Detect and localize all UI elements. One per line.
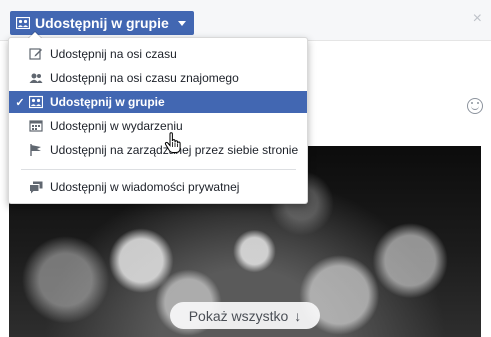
edit-icon — [29, 48, 42, 60]
menu-item-event[interactable]: Udostępnij w wydarzeniu — [9, 115, 307, 137]
friend-icon — [29, 73, 43, 83]
menu-item-label: Udostępnij w wydarzeniu — [50, 119, 183, 133]
hand-cursor-icon — [164, 132, 181, 153]
arrow-down-icon: ↓ — [294, 307, 302, 324]
share-dialog-header: Udostępnij w grupie × — [0, 0, 491, 41]
share-destination-menu: Udostępnij na osi czasu Udostępnij na os… — [8, 31, 308, 204]
group-icon — [29, 95, 43, 109]
show-all-button[interactable]: Pokaż wszystko ↓ — [170, 302, 320, 329]
menu-item-label: Udostępnij w grupie — [50, 95, 165, 109]
messages-icon — [29, 181, 43, 194]
menu-item-timeline[interactable]: Udostępnij na osi czasu — [9, 43, 307, 65]
flag-icon — [30, 144, 41, 156]
menu-item-friend-timeline[interactable]: Udostępnij na osi czasu znajomego — [9, 67, 307, 89]
menu-item-label: Udostępnij na osi czasu znajomego — [50, 71, 239, 85]
group-icon — [16, 17, 30, 29]
menu-item-label: Udostępnij w wiadomości prywatnej — [50, 180, 240, 194]
show-all-label: Pokaż wszystko — [188, 307, 289, 324]
emoji-icon[interactable] — [467, 98, 483, 114]
calendar-icon — [29, 120, 43, 132]
close-icon[interactable]: × — [473, 10, 482, 28]
checkmark-icon: ✓ — [15, 96, 25, 109]
menu-item-private-message[interactable]: Udostępnij w wiadomości prywatnej — [9, 176, 307, 198]
menu-item-group[interactable]: ✓ Udostępnij w grupie — [9, 91, 307, 113]
share-destination-label: Udostępnij w grupie — [35, 15, 169, 31]
chevron-down-icon[interactable] — [177, 20, 186, 26]
menu-item-page[interactable]: Udostępnij na zarządzanej przez siebie s… — [9, 139, 307, 161]
menu-item-label: Udostępnij na osi czasu — [50, 47, 177, 61]
menu-divider — [21, 169, 296, 170]
